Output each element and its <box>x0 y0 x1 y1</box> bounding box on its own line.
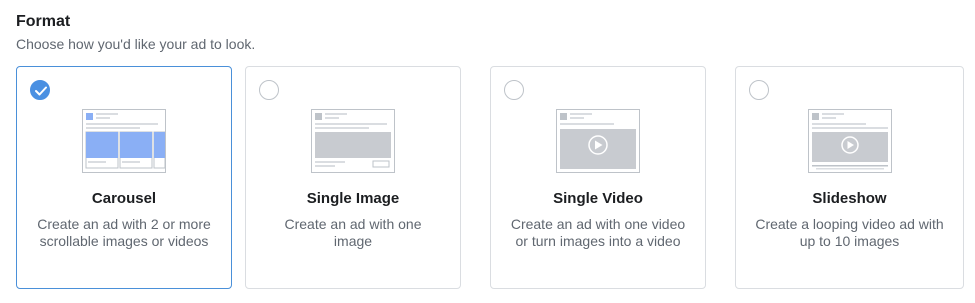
radio-unselected-icon[interactable] <box>259 80 279 100</box>
radio-unselected-icon[interactable] <box>749 80 769 100</box>
format-description: Create a looping video ad with up to 10 … <box>755 216 944 249</box>
section-subtitle: Choose how you'd like your ad to look. <box>16 36 256 52</box>
format-title: Carousel <box>91 190 157 207</box>
format-title: Single Video <box>553 190 643 207</box>
format-description: Create an ad with one image <box>284 216 422 249</box>
single-image-preview-icon <box>311 109 395 173</box>
format-description: Create an ad with 2 or more scrollable i… <box>37 216 211 249</box>
format-card-single-video[interactable]: Single Video Create an ad with one video… <box>490 66 706 289</box>
radio-selected-icon[interactable] <box>30 80 50 100</box>
format-card-slideshow[interactable]: Slideshow Create a looping video ad with… <box>735 66 964 289</box>
single-video-preview-icon <box>556 109 640 173</box>
section-title: Format <box>16 13 71 30</box>
format-card-single-image[interactable]: Single Image Create an ad with one image <box>245 66 461 289</box>
format-card-carousel[interactable]: Carousel Create an ad with 2 or more scr… <box>16 66 232 289</box>
format-options: Carousel Create an ad with 2 or more scr… <box>16 66 964 289</box>
radio-unselected-icon[interactable] <box>504 80 524 100</box>
format-title: Single Image <box>306 190 400 207</box>
slideshow-preview-icon <box>807 109 892 173</box>
carousel-preview-icon <box>82 109 166 173</box>
format-description: Create an ad with one video or turn imag… <box>510 216 686 249</box>
format-title: Slideshow <box>812 190 887 207</box>
format-section-header: Format Choose how you'd like your ad to … <box>16 12 255 53</box>
